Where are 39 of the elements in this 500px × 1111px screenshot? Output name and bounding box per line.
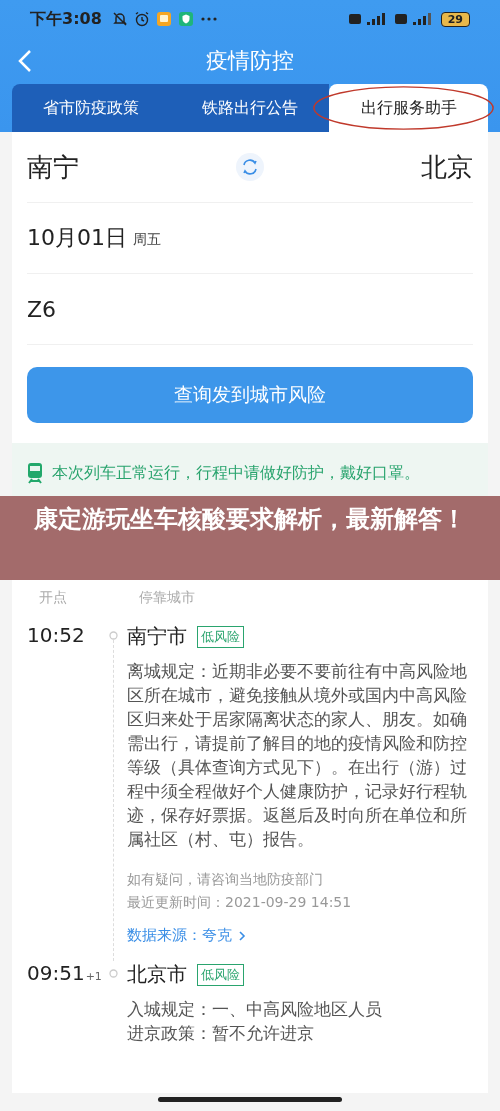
train-number[interactable]: Z6	[27, 296, 57, 322]
shield-icon	[177, 11, 194, 27]
train-icon	[26, 462, 44, 484]
timeline-dot	[108, 631, 118, 640]
departure-time: 10:52	[27, 623, 85, 647]
more-icon	[199, 16, 218, 22]
stop-city: 南宁市	[127, 623, 187, 650]
tab[interactable]: 出行服务助手	[329, 84, 488, 132]
risk-tag: 低风险	[197, 625, 244, 648]
risk-tag: 低风险	[197, 963, 244, 986]
weekday: 周五	[133, 231, 161, 249]
tab[interactable]: 铁路出行公告	[170, 84, 330, 132]
source-link[interactable]: 数据来源：夸克	[127, 926, 246, 945]
arrival-city[interactable]: 北京	[421, 149, 473, 185]
tab[interactable]: 省市防疫政策	[12, 84, 171, 132]
stop-city: 北京市	[127, 961, 187, 988]
back-icon[interactable]	[18, 49, 32, 73]
page-title: 疫情防控	[206, 47, 294, 75]
column-header: 开点	[38, 589, 68, 607]
alarm-icon	[133, 11, 150, 27]
notice-text: 本次列车正常运行，行程中请做好防护，戴好口罩。	[52, 462, 420, 484]
column-header: 停靠城市	[139, 589, 195, 607]
note-text: 最近更新时间：2021-09-29 14:51	[127, 893, 353, 912]
policy-text: 离城规定：近期非必要不要前往有中高风险地区所在城市，避免接触从境外或国内中高风险区归来处于居家隔离状态的家人、朋友。如确需出行，请提前了解目的地的疫情风险和防控等级（具体查询方式见下）。在出行（游）过程中须全程做好个人健康防护，记录好行程轨迹，保存好票据。返邕后及时向所在单位和所属社区（村、屯）报告。	[127, 661, 468, 851]
travel-date[interactable]: 10月01日	[27, 223, 127, 253]
timeline-dot	[108, 969, 118, 978]
bell-off-icon	[111, 11, 128, 27]
note-text: 如有疑问，请咨询当地防疫部门	[127, 870, 324, 889]
policy-text: 进京政策：暂不允许进京	[127, 1023, 315, 1045]
chevron-icon	[238, 929, 246, 942]
day-offset: +1	[85, 970, 102, 983]
app-icon	[155, 11, 172, 27]
departure-time: 09:51	[27, 961, 85, 985]
departure-city[interactable]: 南宁	[27, 149, 79, 185]
swap-icon[interactable]	[235, 152, 265, 182]
policy-text: 入城规定：一、中高风险地区人员	[127, 999, 383, 1021]
status-time: 下午3:08	[30, 8, 102, 30]
caption-banner: 康定游玩坐车核酸要求解析，最新解答！	[0, 496, 500, 580]
battery-level: 29	[440, 11, 470, 27]
